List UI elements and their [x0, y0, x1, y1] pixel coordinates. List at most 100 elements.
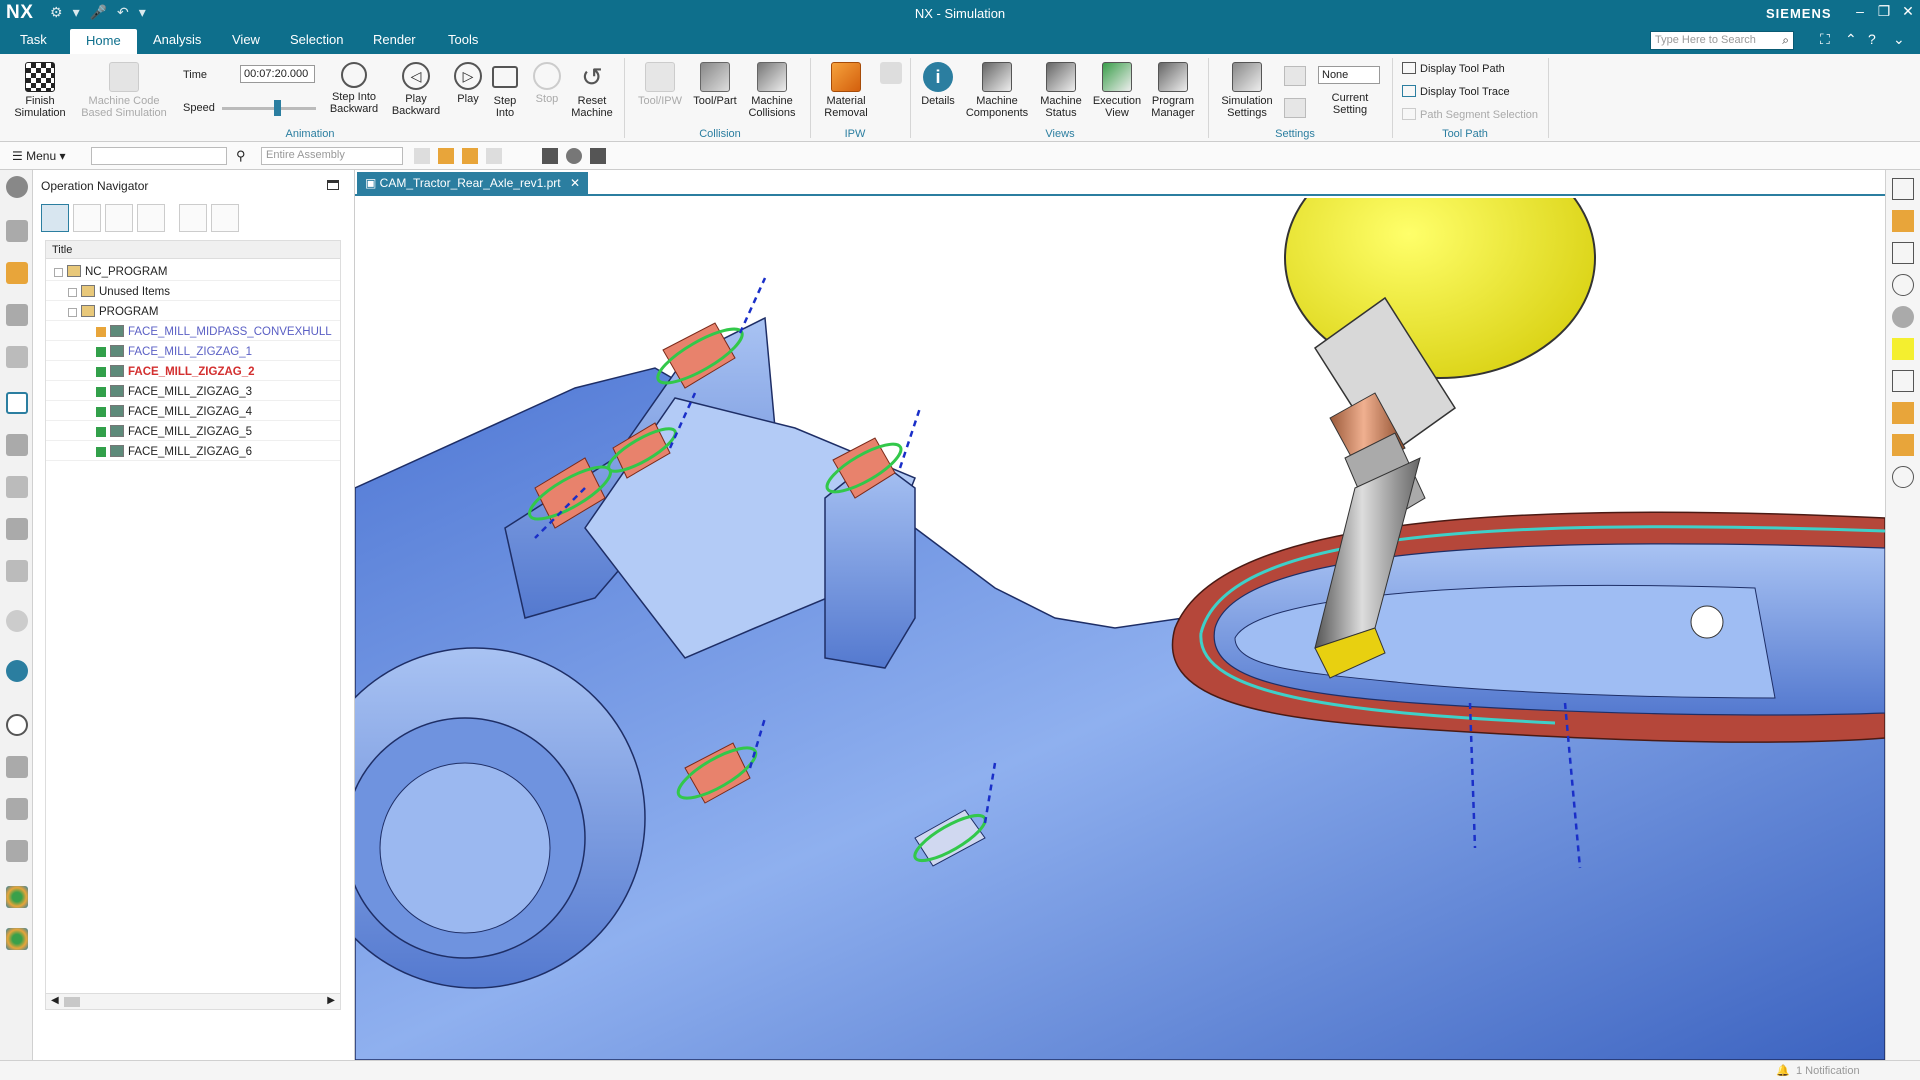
menu-task[interactable]: Task: [20, 32, 47, 47]
expand-toggle-icon[interactable]: [68, 288, 77, 297]
tree-row[interactable]: NC_PROGRAM: [46, 261, 340, 281]
part-navigator-icon[interactable]: [6, 220, 28, 242]
scope-dropdown[interactable]: Entire Assembly: [261, 147, 403, 165]
status-check-icon[interactable]: [96, 367, 106, 377]
expand-toggle-icon[interactable]: [68, 308, 77, 317]
assembly-navigator-icon[interactable]: [6, 262, 28, 284]
notification-count[interactable]: 1 Notification: [1796, 1065, 1860, 1077]
reset-machine-button[interactable]: ↺ Reset Machine: [566, 62, 618, 119]
machining-method-view-button[interactable]: [137, 204, 165, 232]
speed-slider-handle[interactable]: [273, 100, 281, 116]
machine-navigator-icon[interactable]: [6, 434, 28, 456]
scroll-left-icon[interactable]: ◀: [51, 995, 59, 1006]
ipw-extra-button[interactable]: [876, 62, 906, 87]
status-check-icon[interactable]: [96, 427, 106, 437]
layer-icon[interactable]: [1892, 434, 1914, 456]
lighting-icon[interactable]: [1892, 338, 1914, 360]
details-button[interactable]: i Details: [916, 62, 960, 107]
expand-toggle-icon[interactable]: [54, 268, 63, 277]
microphone-icon[interactable]: 🎤: [90, 4, 107, 21]
status-check-icon[interactable]: [96, 327, 106, 337]
create-operation-button[interactable]: [179, 204, 207, 232]
search-input[interactable]: Type Here to Search ⌕: [1650, 31, 1794, 50]
system-scenes-icon[interactable]: [6, 928, 28, 950]
axle-bearing-face[interactable]: [379, 762, 551, 934]
settings-list-icon[interactable]: [1284, 66, 1306, 86]
type-filter-dropdown[interactable]: [91, 147, 227, 165]
hd3d-icon[interactable]: [6, 560, 28, 582]
restore-button[interactable]: ❐: [1872, 3, 1896, 20]
machine-code-simulation-button[interactable]: Machine Code Based Simulation: [74, 62, 174, 119]
tool-ipw-button[interactable]: Tool/IPW: [634, 62, 686, 107]
menu-analysis[interactable]: Analysis: [153, 32, 201, 47]
tree-row[interactable]: FACE_MILL_ZIGZAG_6: [46, 441, 340, 461]
mcs-icon[interactable]: [542, 148, 558, 164]
program-manager-button[interactable]: Program Manager: [1146, 62, 1200, 119]
status-check-icon[interactable]: [96, 447, 106, 457]
execution-view-button[interactable]: Execution View: [1090, 62, 1144, 119]
horizontal-scrollbar[interactable]: ◀ ▶: [46, 993, 340, 1009]
tree-row[interactable]: PROGRAM: [46, 301, 340, 321]
search-icon[interactable]: ⌕: [1782, 33, 1789, 48]
machine-components-button[interactable]: Machine Components: [962, 62, 1032, 119]
tools-icon[interactable]: [6, 756, 28, 778]
tool-part-button[interactable]: Tool/Part: [690, 62, 740, 107]
display-tool-trace-button[interactable]: Display Tool Trace: [1402, 85, 1510, 98]
menu-tools[interactable]: Tools: [448, 32, 478, 47]
settings-copy-icon[interactable]: [1284, 98, 1306, 118]
geometry-view-button[interactable]: [105, 204, 133, 232]
step-into-button[interactable]: Step Into: [490, 62, 520, 119]
tree-row[interactable]: FACE_MILL_ZIGZAG_1: [46, 341, 340, 361]
orient-view-icon[interactable]: [1892, 210, 1914, 232]
tree-row[interactable]: FACE_MILL_ZIGZAG_4: [46, 401, 340, 421]
gearbox-bore[interactable]: [1690, 605, 1724, 639]
settings-icon[interactable]: ⚙: [50, 4, 63, 21]
hide-icon[interactable]: [1892, 274, 1914, 296]
help-icon[interactable]: ?: [1868, 31, 1876, 47]
program-order-view-button[interactable]: [41, 204, 69, 232]
stop-button[interactable]: Stop: [530, 62, 564, 105]
maximize-icon[interactable]: [327, 180, 339, 190]
show-hide-icon[interactable]: [1892, 466, 1914, 488]
play-backward-button[interactable]: ◁ Play Backward: [388, 62, 444, 117]
expand-icon[interactable]: ⌄: [1893, 31, 1905, 48]
show-icon[interactable]: [566, 148, 582, 164]
feature-navigator-icon[interactable]: [6, 476, 28, 498]
dropdown-icon[interactable]: ▾: [73, 4, 80, 21]
hide-icon[interactable]: [590, 148, 606, 164]
tree-row[interactable]: FACE_MILL_ZIGZAG_2: [46, 361, 340, 381]
step-into-backward-button[interactable]: Step Into Backward: [324, 62, 384, 115]
fullscreen-icon[interactable]: ⛶: [1820, 31, 1830, 48]
menu-selection[interactable]: Selection: [290, 32, 343, 47]
select-body-icon[interactable]: [438, 148, 454, 164]
customize-icon[interactable]: ▾: [139, 4, 146, 21]
right-post[interactable]: [824, 457, 916, 669]
status-check-icon[interactable]: [96, 387, 106, 397]
select-face-icon[interactable]: [462, 148, 478, 164]
status-check-icon[interactable]: [96, 347, 106, 357]
tree-row[interactable]: FACE_MILL_ZIGZAG_5: [46, 421, 340, 441]
current-setting-field[interactable]: None: [1318, 66, 1380, 84]
filter-icon[interactable]: ⚲: [236, 148, 246, 164]
constraint-navigator-icon[interactable]: [6, 304, 28, 326]
section-view-icon[interactable]: [1892, 242, 1914, 264]
machine-tool-view-button[interactable]: [73, 204, 101, 232]
menu-view[interactable]: View: [232, 32, 260, 47]
roles-icon[interactable]: [6, 886, 28, 908]
graphics-window[interactable]: ▣ CAM_Tractor_Rear_Axle_rev1.prt ✕: [355, 170, 1885, 1060]
reuse-library-icon[interactable]: [6, 518, 28, 540]
machine-collisions-button[interactable]: Machine Collisions: [744, 62, 800, 119]
scroll-right-icon[interactable]: ▶: [327, 995, 335, 1006]
cam-model-view[interactable]: [355, 198, 1885, 1060]
fit-view-icon[interactable]: [1892, 178, 1914, 200]
render-style-icon[interactable]: [1892, 306, 1914, 328]
delete-operation-button[interactable]: [211, 204, 239, 232]
close-button[interactable]: ✕: [1896, 3, 1920, 20]
part-file-tab[interactable]: ▣ CAM_Tractor_Rear_Axle_rev1.prt ✕: [357, 172, 589, 196]
operation-navigator-icon[interactable]: [6, 392, 28, 414]
info-icon[interactable]: [6, 610, 28, 632]
collapse-ribbon-icon[interactable]: ⌃: [1845, 31, 1857, 48]
tab-close-icon[interactable]: ✕: [570, 176, 580, 190]
tree-row[interactable]: FACE_MILL_MIDPASS_CONVEXHULL: [46, 321, 340, 341]
machine-status-button[interactable]: Machine Status: [1034, 62, 1088, 119]
